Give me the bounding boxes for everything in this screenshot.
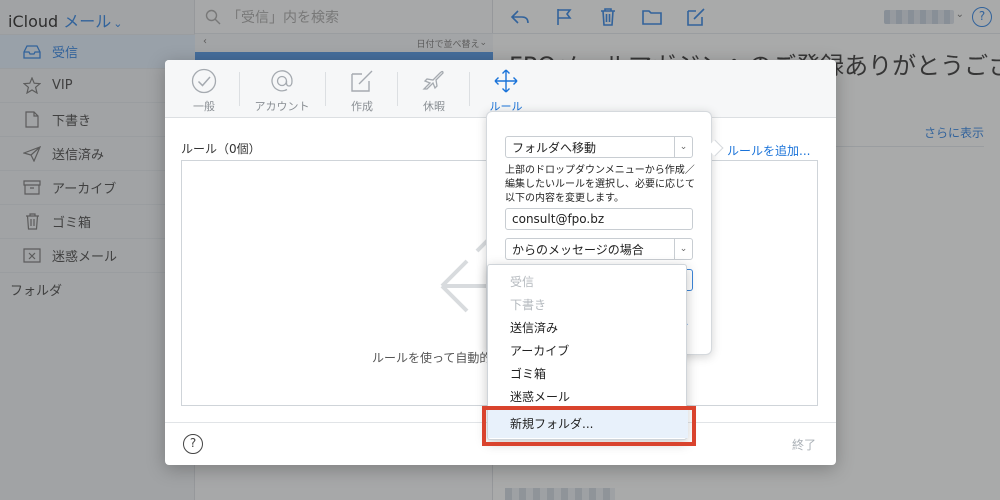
- menu-item-inbox: 受信: [510, 275, 535, 289]
- rules-empty-message: ルールを使って自動的: [372, 351, 492, 365]
- rule-action-value: フォルダへ移動: [512, 140, 597, 155]
- tab-compose[interactable]: 作成: [327, 68, 397, 114]
- airplane-icon: [422, 70, 444, 90]
- tab-account[interactable]: アカウント: [247, 68, 317, 114]
- menu-item-archive[interactable]: アーカイブ: [510, 342, 569, 359]
- divider: [239, 72, 240, 106]
- rule-action-select[interactable]: フォルダへ移動 ⌄: [505, 136, 693, 158]
- tab-label: アカウント: [254, 100, 310, 113]
- rules-icon: [494, 69, 518, 93]
- tab-rules[interactable]: ルール: [471, 68, 541, 114]
- add-rule-link[interactable]: ルールを追加...: [727, 142, 810, 159]
- help-button[interactable]: ?: [183, 434, 203, 454]
- rules-count-label: ルール（0個）: [181, 142, 261, 156]
- rule-condition-value: からのメッセージの場合: [512, 242, 644, 257]
- chevron-down-icon: ⌄: [674, 239, 692, 259]
- tab-general[interactable]: 一般: [169, 68, 239, 114]
- rule-condition-select[interactable]: からのメッセージの場合 ⌄: [505, 238, 693, 260]
- done-button[interactable]: 終了: [792, 436, 816, 453]
- checkmark-icon: [191, 68, 217, 94]
- tab-label: 一般: [193, 100, 215, 113]
- menu-item-junk[interactable]: 迷惑メール: [510, 388, 570, 405]
- rule-description: 上部のドロップダウンメニューから作成／編集したいルールを選択し、必要に応じて以下…: [505, 165, 695, 204]
- chevron-down-icon: ⌄: [674, 137, 692, 157]
- divider: [469, 72, 470, 106]
- address-field[interactable]: consult@fpo.bz: [505, 208, 693, 230]
- menu-item-sent[interactable]: 送信済み: [510, 319, 558, 336]
- tab-label: 作成: [351, 100, 373, 113]
- address-value: consult@fpo.bz: [512, 212, 605, 226]
- tab-label: 休暇: [423, 100, 445, 113]
- preferences-tab-bar: 一般 アカウント 作成 休暇 ルール: [165, 60, 836, 118]
- tab-vacation[interactable]: 休暇: [399, 68, 469, 114]
- highlight-annotation: [482, 406, 696, 446]
- divider: [325, 72, 326, 106]
- compose-icon: [351, 70, 373, 92]
- menu-item-drafts: 下書き: [510, 298, 547, 312]
- divider: [397, 72, 398, 106]
- at-icon: [271, 70, 293, 92]
- menu-item-trash[interactable]: ゴミ箱: [510, 365, 546, 382]
